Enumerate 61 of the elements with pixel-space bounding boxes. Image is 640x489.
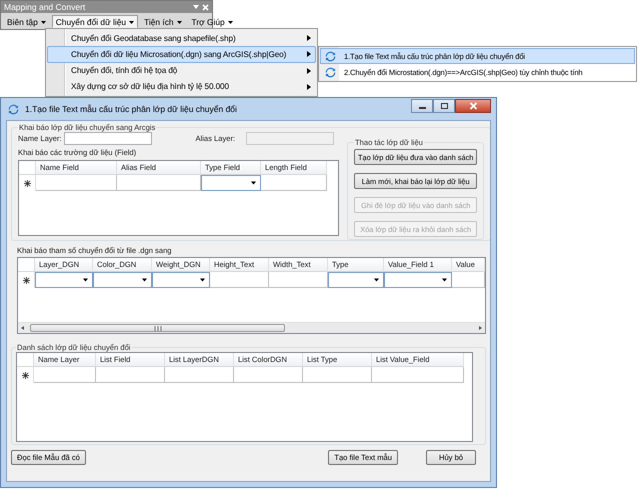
menu-item[interactable]: Tiện ích xyxy=(140,15,186,28)
window-title: Mapping and Convert xyxy=(4,2,86,12)
app-icon xyxy=(8,104,19,114)
close-button[interactable] xyxy=(455,99,491,113)
caret-icon xyxy=(176,20,182,24)
table-cell[interactable] xyxy=(165,367,234,383)
combo-cell[interactable] xyxy=(93,272,152,288)
table-cell[interactable] xyxy=(303,367,372,383)
corner-header xyxy=(19,161,36,175)
combo-cell[interactable] xyxy=(384,272,452,288)
combo-cell[interactable] xyxy=(35,272,93,288)
corner-header xyxy=(17,353,34,367)
table-cell[interactable] xyxy=(36,175,117,191)
menu-item[interactable]: Chuyển đổi dữ liệu xyxy=(52,15,138,28)
new-row-icon xyxy=(24,180,30,186)
dropdown-arrow-icon xyxy=(200,278,205,282)
corner-header xyxy=(18,258,35,272)
table-cell[interactable] xyxy=(96,367,165,383)
combo-cell[interactable] xyxy=(201,175,261,191)
dropdown-arrow-icon xyxy=(374,278,379,282)
menu-item[interactable]: Xây dựng cơ sở dữ liệu địa hình tỷ lệ 50.000 xyxy=(47,78,316,95)
dropdown-arrow-icon xyxy=(142,278,147,282)
table-cell[interactable] xyxy=(452,272,485,288)
maximize-icon xyxy=(440,102,448,110)
close-icon[interactable] xyxy=(202,4,209,10)
close-icon xyxy=(468,102,478,110)
table-cell[interactable] xyxy=(210,272,269,288)
dropdown-arrow-icon xyxy=(83,278,88,282)
new-row-icon xyxy=(22,276,30,284)
window-title: 1.Tạo file Text mẫu cấu trúc phân lớp dữ liệu chuyển đổi xyxy=(25,104,238,114)
submenu-arrow-icon xyxy=(307,84,311,90)
combo-cell[interactable] xyxy=(328,272,384,288)
table-cell[interactable] xyxy=(372,367,464,383)
submenu-arrow-icon xyxy=(307,68,311,74)
caret-icon xyxy=(40,20,46,24)
caret-icon xyxy=(228,20,233,24)
submenu-arrow-icon xyxy=(307,51,311,58)
menu-item[interactable]: Biên tập xyxy=(3,15,50,28)
table-cell[interactable] xyxy=(234,367,303,383)
dropdown-arrow-icon xyxy=(251,181,256,185)
dropdown-arrow-icon xyxy=(442,278,447,282)
refresh-icon xyxy=(325,50,336,62)
table-cell[interactable] xyxy=(117,175,201,191)
maximize-button[interactable] xyxy=(433,99,455,113)
new-row-icon xyxy=(22,372,28,378)
combo-cell[interactable] xyxy=(152,272,210,288)
caret-icon xyxy=(129,20,134,24)
menu-item[interactable]: Chuyển đổi, tính đổi hệ tọa độ xyxy=(47,62,316,79)
dropdown-arrow-icon[interactable] xyxy=(193,5,199,9)
input-field[interactable] xyxy=(64,132,152,145)
menu-item[interactable]: Chuyển đổi dữ liệu Microsation(.dgn) sang ArcGIS(.shp|Geo) xyxy=(47,46,316,62)
menu-item[interactable]: Chuyển đổi Geodatabase sang shapefile(.shp) xyxy=(47,30,316,46)
scroll-thumb[interactable] xyxy=(30,324,285,332)
minimize-button[interactable] xyxy=(411,99,433,113)
horizontal-scrollbar[interactable] xyxy=(18,322,485,333)
refresh-icon xyxy=(325,66,336,78)
table-cell[interactable] xyxy=(261,175,327,191)
table-cell[interactable] xyxy=(269,272,328,288)
table-cell[interactable] xyxy=(34,367,96,383)
menu-item[interactable]: Trợ Giúp xyxy=(188,15,237,28)
submenu-arrow-icon xyxy=(307,35,311,42)
